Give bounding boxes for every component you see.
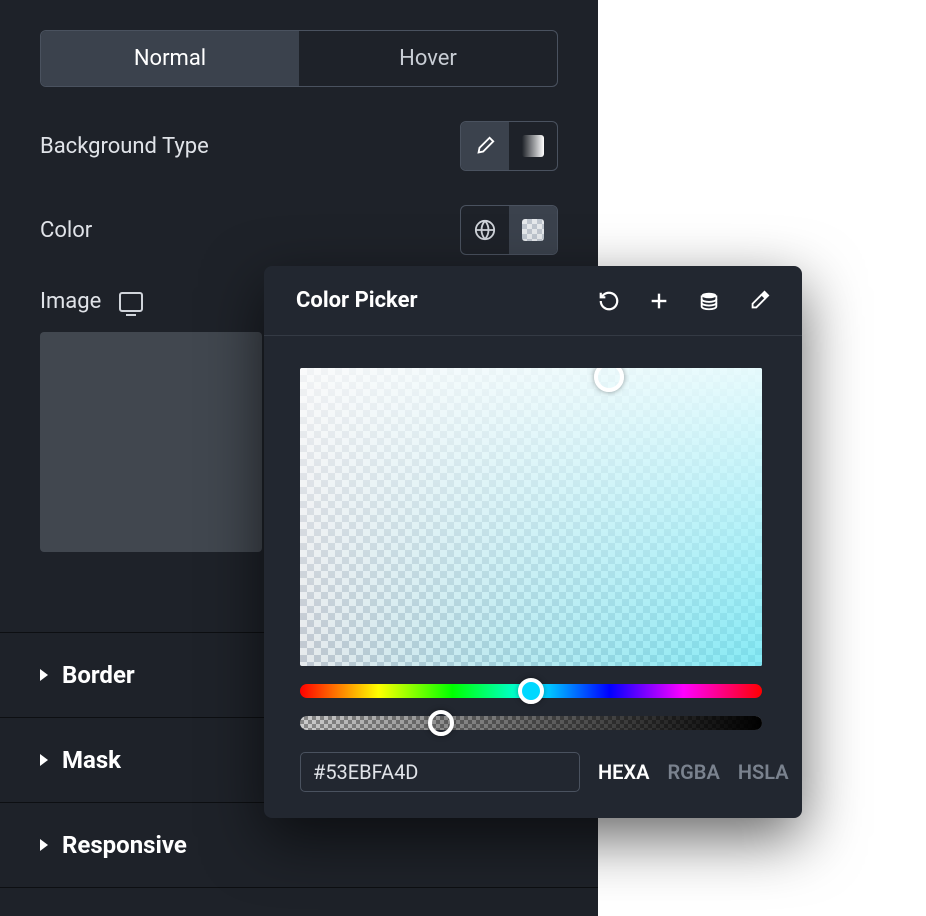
image-label: Image [40,289,101,314]
image-well[interactable] [40,332,262,552]
tab-hover[interactable]: Hover [299,31,557,86]
format-rgba-button[interactable]: RGBA [667,760,719,784]
color-picker-popover: Color Picker HEXA RGBA HSLA [264,266,802,818]
hue-slider[interactable] [300,684,762,698]
background-type-solid-button[interactable] [461,122,509,170]
caret-right-icon [40,669,48,681]
background-type-row: Background Type [40,121,558,171]
alpha-slider[interactable] [300,716,762,730]
plus-icon[interactable] [648,290,670,312]
accordion-mask-label: Mask [62,746,121,774]
background-type-gradient-button[interactable] [509,122,557,170]
desktop-icon[interactable] [119,292,143,312]
eyedropper-icon[interactable] [748,290,770,312]
reset-icon[interactable] [598,290,620,312]
background-type-label: Background Type [40,134,209,159]
hex-input[interactable] [300,752,580,792]
transparency-swatch-icon [522,219,544,241]
gradient-icon [522,135,544,157]
format-hsla-button[interactable]: HSLA [738,760,789,784]
alpha-handle[interactable] [428,710,454,736]
color-row: Color [40,205,558,255]
caret-right-icon [40,839,48,851]
format-hexa-button[interactable]: HEXA [598,760,649,784]
accordion-border-label: Border [62,661,135,689]
color-picker-title: Color Picker [296,288,418,313]
color-label: Color [40,218,92,243]
color-buttons [460,205,558,255]
caret-right-icon [40,754,48,766]
tab-normal[interactable]: Normal [41,31,299,86]
color-value-row: HEXA RGBA HSLA [300,752,766,792]
sv-color-overlay [300,368,762,666]
brush-icon [474,135,496,157]
state-tabs: Normal Hover [40,30,558,87]
color-swatch-button[interactable] [509,206,557,254]
color-picker-tools [598,290,770,312]
color-picker-header: Color Picker [264,266,802,336]
accordion-responsive-label: Responsive [62,831,187,859]
stack-icon[interactable] [698,290,720,312]
background-type-buttons [460,121,558,171]
alpha-gradient [300,716,762,730]
saturation-value-area[interactable] [300,368,762,666]
hue-handle[interactable] [518,678,544,704]
globe-icon [474,219,496,241]
color-global-button[interactable] [461,206,509,254]
